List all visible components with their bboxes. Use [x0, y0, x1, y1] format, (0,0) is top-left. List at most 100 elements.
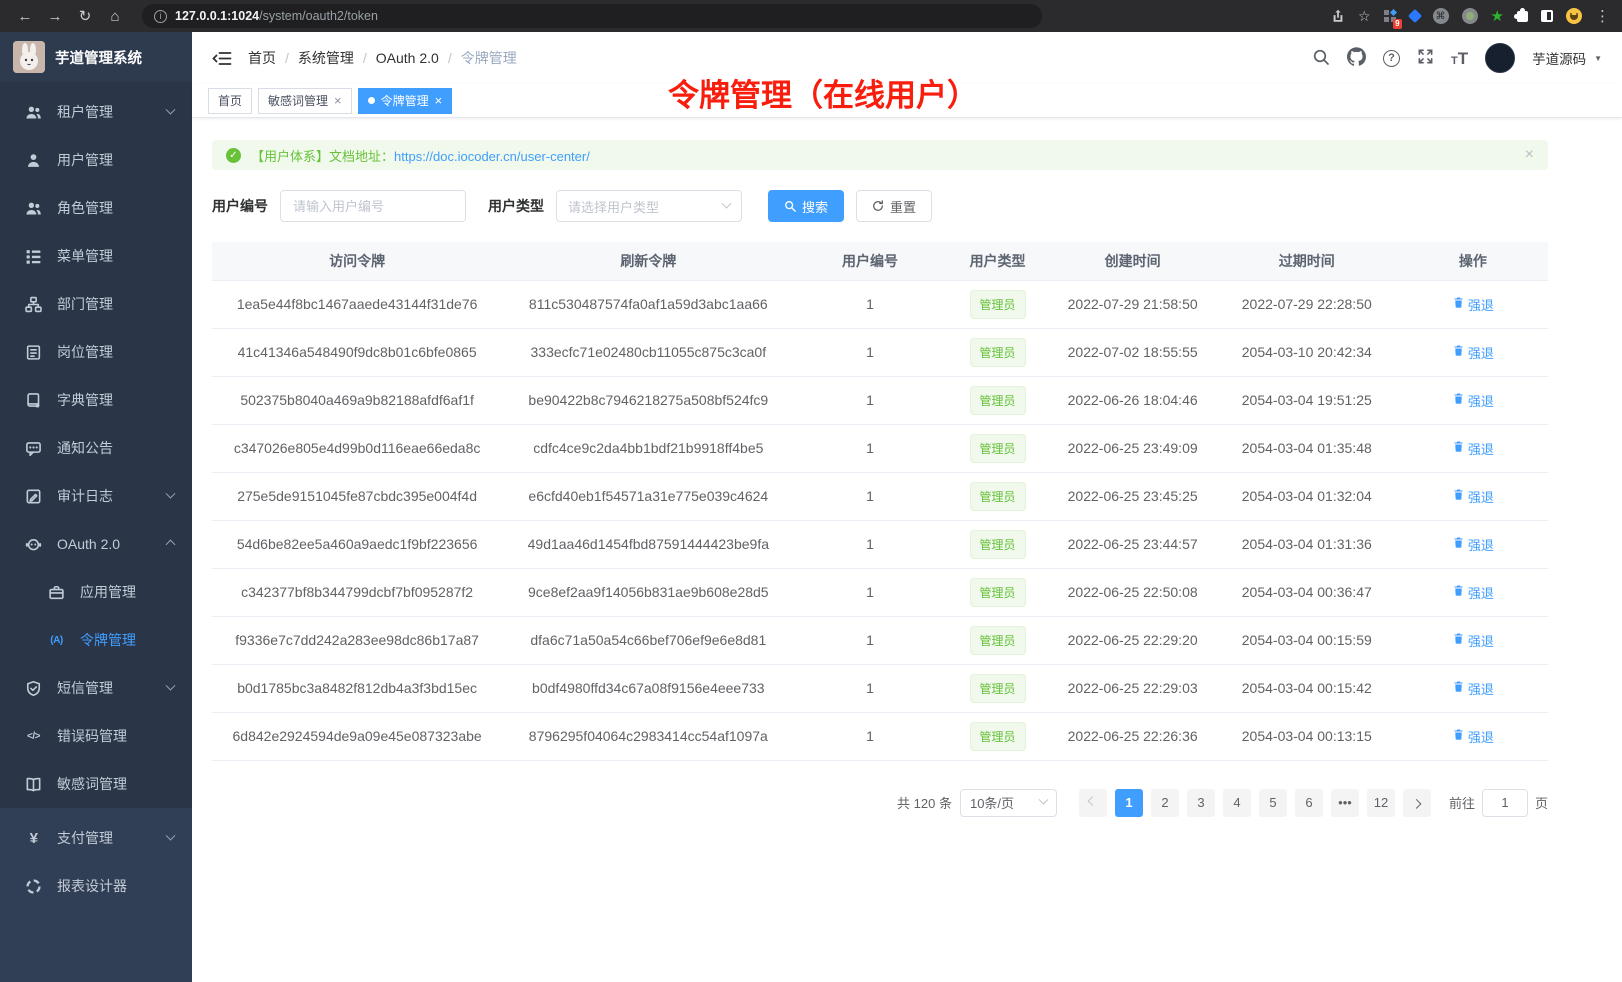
sidebar-item[interactable]: 岗位管理 — [0, 328, 192, 376]
refresh-token-cell: 9ce8ef2aa9f14056b831ae9b608e28d5 — [502, 568, 794, 616]
search-button[interactable]: 搜索 — [768, 190, 844, 222]
tab-令牌管理[interactable]: 令牌管理× — [358, 88, 453, 114]
browser-forward-button[interactable]: → — [42, 4, 68, 28]
reader-extension-icon[interactable] — [1541, 10, 1553, 22]
page-button-4[interactable]: 4 — [1223, 789, 1251, 817]
font-size-icon[interactable]: TT — [1451, 50, 1468, 67]
tab-首页[interactable]: 首页 — [208, 88, 252, 114]
emoji-extension-icon[interactable] — [1566, 8, 1582, 24]
force-logout-button[interactable]: 强退 — [1452, 679, 1494, 698]
delete-icon — [1452, 392, 1465, 408]
sidebar-item[interactable]: </>错误码管理 — [0, 712, 192, 760]
user-id-cell: 1 — [794, 280, 945, 328]
sidebar-item-label: 短信管理 — [57, 678, 113, 698]
token-table: 访问令牌刷新令牌用户编号用户类型创建时间过期时间操作 1ea5e44f8bc14… — [212, 242, 1548, 761]
force-logout-button[interactable]: 强退 — [1452, 343, 1494, 362]
share-icon[interactable] — [1331, 9, 1345, 23]
sidebar-item[interactable]: 审计日志 — [0, 472, 192, 520]
reset-button[interactable]: 重置 — [856, 190, 932, 222]
sidebar-item[interactable]: 部门管理 — [0, 280, 192, 328]
page-button-1[interactable]: 1 — [1115, 789, 1143, 817]
force-logout-button[interactable]: 强退 — [1452, 727, 1494, 746]
user-menu-caret-icon[interactable]: ▼ — [1594, 54, 1602, 63]
alert-doc-link[interactable]: https://doc.iocoder.cn/user-center/ — [394, 149, 590, 164]
bookmark-star-icon[interactable]: ☆ — [1358, 8, 1371, 25]
page-info-icon[interactable]: i — [154, 10, 167, 23]
collapse-sidebar-icon[interactable] — [212, 50, 232, 67]
user-id-input[interactable] — [280, 190, 466, 222]
page-button-12[interactable]: 12 — [1367, 789, 1395, 817]
record-extension-icon[interactable] — [1462, 8, 1478, 24]
force-logout-button[interactable]: 强退 — [1452, 631, 1494, 650]
command-extension-icon[interactable]: ⌘ — [1433, 8, 1449, 24]
breadcrumb-item[interactable]: 首页 — [248, 48, 276, 68]
page-size-select[interactable]: 10条/页 — [960, 789, 1057, 817]
sidebar-item[interactable]: OAuth 2.0 — [0, 520, 192, 568]
user-id-cell: 1 — [794, 472, 945, 520]
force-logout-button[interactable]: 强退 — [1452, 487, 1494, 506]
sidebar-item[interactable]: 菜单管理 — [0, 232, 192, 280]
sidebar-item[interactable]: 用户管理 — [0, 136, 192, 184]
sidebar-item[interactable]: 通知公告 — [0, 424, 192, 472]
sidebar-item[interactable]: 字典管理 — [0, 376, 192, 424]
page-size-value: 10条/页 — [970, 793, 1014, 812]
user-type-tag: 管理员 — [970, 578, 1026, 607]
table-row: 41c41346a548490f9dc8b01c6bfe0865333ecfc7… — [212, 328, 1548, 376]
puzzle-extension-icon[interactable] — [1517, 11, 1528, 22]
app-logo[interactable]: 芋道管理系统 — [0, 32, 192, 82]
user-type-select[interactable]: 请选择用户类型 — [556, 190, 742, 222]
browser-reload-button[interactable]: ↻ — [72, 4, 98, 28]
search-icon[interactable] — [1312, 48, 1330, 69]
sidebar-item[interactable]: 应用管理 — [0, 568, 192, 616]
github-icon[interactable] — [1347, 47, 1366, 69]
sidebar-item[interactable]: (A)令牌管理 — [0, 616, 192, 664]
token-icon: (A) — [47, 635, 66, 646]
force-logout-button[interactable]: 强退 — [1452, 439, 1494, 458]
sidebar-item-label: 部门管理 — [57, 294, 113, 314]
force-logout-button[interactable]: 强退 — [1452, 391, 1494, 410]
page-button-5[interactable]: 5 — [1259, 789, 1287, 817]
sidebar-menu: 租户管理用户管理角色管理菜单管理部门管理岗位管理字典管理通知公告审计日志OAut… — [0, 82, 192, 808]
more-pages-button[interactable]: ••• — [1331, 789, 1359, 817]
user-id-cell: 1 — [794, 520, 945, 568]
force-logout-button[interactable]: 强退 — [1452, 535, 1494, 554]
force-logout-button[interactable]: 强退 — [1452, 583, 1494, 602]
browser-menu-icon[interactable]: ⋮ — [1595, 7, 1610, 25]
sidebar-item[interactable]: 报表设计器 — [0, 862, 192, 910]
sidebar-item[interactable]: 敏感词管理 — [0, 760, 192, 808]
tab-close-icon[interactable]: × — [334, 94, 342, 107]
expire-time-cell: 2054-03-04 01:31:36 — [1216, 520, 1398, 568]
goto-page-input[interactable] — [1482, 789, 1528, 817]
help-icon[interactable]: ? — [1383, 50, 1400, 67]
browser-home-button[interactable]: ⌂ — [102, 4, 128, 28]
breadcrumb-item[interactable]: 系统管理 — [298, 48, 354, 68]
page-button-6[interactable]: 6 — [1295, 789, 1323, 817]
annotation-text: 令牌管理（在线用户） — [668, 70, 978, 115]
gem-extension-icon[interactable] — [1410, 11, 1420, 21]
address-bar[interactable]: i 127.0.0.1:1024/system/oauth2/token — [142, 4, 1042, 28]
extension-grid-icon[interactable]: 9 — [1384, 10, 1397, 23]
prev-page-button[interactable] — [1079, 789, 1107, 817]
tab-敏感词管理[interactable]: 敏感词管理× — [258, 88, 352, 114]
star-extension-icon[interactable]: ★ — [1491, 7, 1504, 25]
pagination-total: 共 120 条 — [897, 793, 952, 812]
force-logout-button[interactable]: 强退 — [1452, 295, 1494, 314]
breadcrumb-item[interactable]: OAuth 2.0 — [376, 50, 439, 66]
fullscreen-icon[interactable] — [1417, 48, 1434, 68]
action-cell: 强退 — [1398, 328, 1548, 376]
tab-close-icon[interactable]: × — [435, 94, 443, 107]
sidebar-item[interactable]: 租户管理 — [0, 88, 192, 136]
user-avatar[interactable] — [1485, 43, 1515, 73]
browser-back-button[interactable]: ← — [12, 4, 38, 28]
page-button-3[interactable]: 3 — [1187, 789, 1215, 817]
next-page-button[interactable] — [1403, 789, 1431, 817]
sidebar-item-label: 错误码管理 — [57, 726, 127, 746]
sidebar-item[interactable]: ¥支付管理 — [0, 814, 192, 862]
sidebar-item[interactable]: 角色管理 — [0, 184, 192, 232]
page-button-2[interactable]: 2 — [1151, 789, 1179, 817]
alert-close-icon[interactable]: × — [1525, 146, 1534, 164]
table-row: 1ea5e44f8bc1467aaede43144f31de76811c5304… — [212, 280, 1548, 328]
user-name[interactable]: 芋道源码 — [1532, 48, 1586, 68]
sidebar-item[interactable]: 短信管理 — [0, 664, 192, 712]
action-cell: 强退 — [1398, 472, 1548, 520]
